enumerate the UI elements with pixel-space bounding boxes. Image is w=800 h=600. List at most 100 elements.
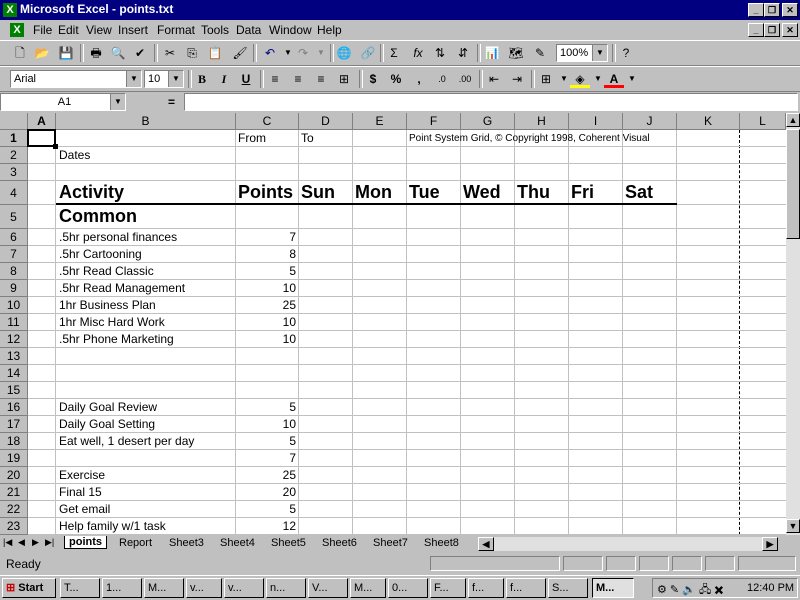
column-header-a[interactable]: A bbox=[28, 113, 56, 130]
row-header-7[interactable]: 7 bbox=[0, 246, 28, 263]
row-header-12[interactable]: 12 bbox=[0, 331, 28, 348]
increase-indent-icon[interactable]: ⇥ bbox=[507, 70, 527, 88]
column-header-l[interactable]: L bbox=[740, 113, 786, 130]
cell-e4[interactable]: Mon bbox=[355, 182, 392, 203]
cell-b10[interactable]: 1hr Business Plan bbox=[59, 298, 156, 312]
next-sheet-icon[interactable]: ▶ bbox=[32, 537, 39, 548]
cell-g4[interactable]: Wed bbox=[463, 182, 501, 203]
cell-c6[interactable]: 7 bbox=[238, 230, 296, 244]
copy-icon[interactable]: ⎘ bbox=[182, 44, 202, 62]
fill-handle[interactable] bbox=[53, 144, 58, 149]
taskbar-item[interactable]: M... bbox=[350, 578, 386, 598]
cell-b22[interactable]: Get email bbox=[59, 502, 110, 516]
cell-b21[interactable]: Final 15 bbox=[59, 485, 102, 499]
chevron-down-icon[interactable]: ▼ bbox=[592, 45, 607, 61]
underline-icon[interactable]: U bbox=[236, 70, 256, 88]
drawing-icon[interactable]: ✎ bbox=[530, 44, 550, 62]
column-header-h[interactable]: H bbox=[515, 113, 569, 130]
merge-center-icon[interactable]: ⊞ bbox=[334, 70, 354, 88]
cell-c19[interactable]: 7 bbox=[238, 451, 296, 465]
paste-function-icon[interactable]: fx bbox=[408, 44, 428, 62]
cell-d1[interactable]: To bbox=[301, 131, 314, 145]
tab-sheet4[interactable]: Sheet4 bbox=[220, 537, 255, 549]
percent-icon[interactable]: % bbox=[386, 70, 406, 88]
menu-tools[interactable]: Tools bbox=[201, 23, 229, 37]
web-toolbar-icon[interactable]: 🌐 bbox=[334, 44, 354, 62]
prev-sheet-icon[interactable]: ◀ bbox=[18, 537, 25, 548]
doc-minimize-button[interactable]: _ bbox=[748, 23, 764, 37]
map-icon[interactable]: 🗺 bbox=[506, 44, 526, 62]
tab-sheet8[interactable]: Sheet8 bbox=[424, 537, 459, 549]
currency-icon[interactable]: $ bbox=[363, 70, 383, 88]
taskbar-item[interactable]: f... bbox=[468, 578, 504, 598]
cell-c20[interactable]: 25 bbox=[238, 468, 296, 482]
menu-format[interactable]: Format bbox=[157, 23, 195, 37]
menu-view[interactable]: View bbox=[86, 23, 112, 37]
bold-icon[interactable]: B bbox=[192, 70, 212, 88]
insert-hyperlink-icon[interactable]: 🔗 bbox=[358, 44, 378, 62]
scroll-thumb[interactable] bbox=[786, 129, 800, 239]
row-header-9[interactable]: 9 bbox=[0, 280, 28, 297]
increase-decimal-icon[interactable]: .0 bbox=[432, 70, 452, 88]
tab-report[interactable]: Report bbox=[119, 537, 152, 549]
font-color-icon[interactable]: A bbox=[604, 70, 624, 88]
menu-data[interactable]: Data bbox=[236, 23, 261, 37]
cell-c18[interactable]: 5 bbox=[238, 434, 296, 448]
cell-f4[interactable]: Tue bbox=[409, 182, 440, 203]
cell-c22[interactable]: 5 bbox=[238, 502, 296, 516]
redo-dropdown-icon[interactable]: ▼ bbox=[311, 44, 331, 62]
tab-sheet6[interactable]: Sheet6 bbox=[322, 537, 357, 549]
row-header-17[interactable]: 17 bbox=[0, 416, 28, 433]
close-button[interactable]: ✕ bbox=[782, 3, 798, 17]
chart-wizard-icon[interactable]: 📊 bbox=[482, 44, 502, 62]
taskbar-item[interactable]: v... bbox=[186, 578, 222, 598]
tab-sheet7[interactable]: Sheet7 bbox=[373, 537, 408, 549]
taskbar-item[interactable]: 0... bbox=[388, 578, 428, 598]
align-center-icon[interactable]: ≡ bbox=[288, 70, 308, 88]
scroll-right-icon[interactable]: ▶ bbox=[762, 537, 778, 551]
open-icon[interactable]: 📂 bbox=[32, 44, 52, 62]
taskbar-item[interactable]: n... bbox=[266, 578, 306, 598]
cell-b17[interactable]: Daily Goal Setting bbox=[59, 417, 155, 431]
cell-c11[interactable]: 10 bbox=[238, 315, 296, 329]
doc-restore-button[interactable]: ❐ bbox=[764, 23, 780, 37]
cell-c16[interactable]: 5 bbox=[238, 400, 296, 414]
row-header-4[interactable]: 4 bbox=[0, 181, 28, 205]
row-header-6[interactable]: 6 bbox=[0, 229, 28, 246]
cell-i4[interactable]: Fri bbox=[571, 182, 594, 203]
row-header-22[interactable]: 22 bbox=[0, 501, 28, 518]
row-header-18[interactable]: 18 bbox=[0, 433, 28, 450]
row-header-20[interactable]: 20 bbox=[0, 467, 28, 484]
align-left-icon[interactable]: ≡ bbox=[265, 70, 285, 88]
decrease-indent-icon[interactable]: ⇤ bbox=[484, 70, 504, 88]
column-header-c[interactable]: C bbox=[236, 113, 299, 130]
print-icon[interactable]: 🖶 bbox=[86, 44, 106, 62]
cell-c17[interactable]: 10 bbox=[238, 417, 296, 431]
restore-button[interactable]: ❐ bbox=[764, 3, 780, 17]
font-size-select[interactable]: 10 ▼ bbox=[144, 70, 184, 88]
scroll-down-icon[interactable]: ▼ bbox=[786, 519, 800, 533]
cell-b4[interactable]: Activity bbox=[59, 182, 124, 203]
redo-icon[interactable]: ↷ bbox=[293, 44, 313, 62]
decrease-decimal-icon[interactable]: .00 bbox=[455, 70, 475, 88]
cell-h4[interactable]: Thu bbox=[517, 182, 550, 203]
tab-sheet3[interactable]: Sheet3 bbox=[169, 537, 204, 549]
row-header-1[interactable]: 1 bbox=[0, 130, 28, 147]
save-icon[interactable]: 💾 bbox=[56, 44, 76, 62]
last-sheet-icon[interactable]: ▶| bbox=[45, 537, 54, 548]
cell-d4[interactable]: Sun bbox=[301, 182, 335, 203]
menu-window[interactable]: Window bbox=[269, 23, 312, 37]
sort-descending-icon[interactable]: ⇵ bbox=[453, 44, 473, 62]
cell-c9[interactable]: 10 bbox=[238, 281, 296, 295]
row-header-15[interactable]: 15 bbox=[0, 382, 28, 399]
workbook-icon[interactable]: X bbox=[10, 23, 24, 37]
column-header-i[interactable]: I bbox=[569, 113, 623, 130]
paste-icon[interactable]: 📋 bbox=[205, 44, 225, 62]
cell-c7[interactable]: 8 bbox=[238, 247, 296, 261]
cell-c21[interactable]: 20 bbox=[238, 485, 296, 499]
taskbar-item[interactable]: F... bbox=[430, 578, 466, 598]
sort-ascending-icon[interactable]: ⇅ bbox=[430, 44, 450, 62]
column-header-j[interactable]: J bbox=[623, 113, 677, 130]
row-header-2[interactable]: 2 bbox=[0, 147, 28, 164]
menu-edit[interactable]: Edit bbox=[58, 23, 79, 37]
